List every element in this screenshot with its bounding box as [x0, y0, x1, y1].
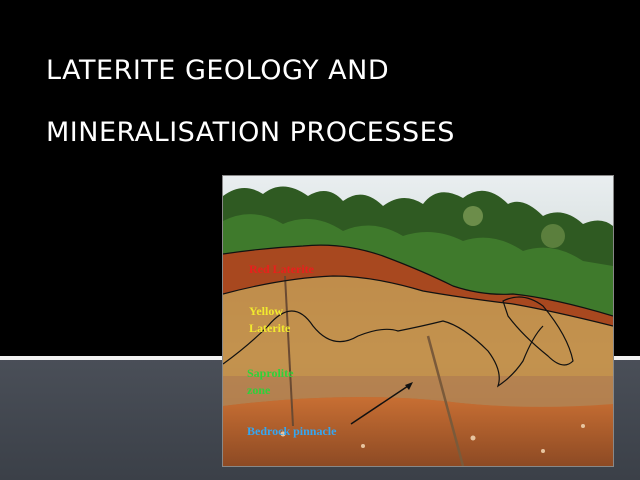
label-saprolite-line-2: zone: [247, 383, 271, 397]
pebble: [470, 435, 476, 441]
title-line-2: MINERALISATION PROCESSES: [46, 117, 455, 148]
label-yellow-laterite-line-1: Yellow: [249, 304, 283, 318]
slide-title: LATERITE GEOLOGY AND MINERALISATION PROC…: [46, 40, 606, 164]
tree-highlight: [541, 224, 565, 248]
label-saprolite-zone: Saprolite zone: [247, 366, 293, 397]
title-line-1: LATERITE GEOLOGY AND: [46, 55, 390, 86]
label-yellow-laterite: Yellow Laterite: [249, 304, 290, 335]
pebble: [541, 449, 545, 453]
label-saprolite-line-1: Saprolite: [247, 366, 294, 380]
label-bedrock-pinnacle: Bedrock pinnacle: [247, 424, 336, 438]
label-red-laterite: Red Laterite: [249, 262, 314, 276]
label-bedrock-pinnacle-text: Bedrock pinnacle: [247, 424, 337, 438]
tree-highlight: [463, 206, 483, 226]
label-red-laterite-text: Red Laterite: [249, 262, 314, 276]
pebble: [581, 424, 585, 428]
label-yellow-laterite-line-2: Laterite: [249, 321, 291, 335]
pebble: [361, 444, 365, 448]
laterite-profile-photo: Red Laterite Yellow Laterite Saprolite z…: [222, 175, 614, 467]
